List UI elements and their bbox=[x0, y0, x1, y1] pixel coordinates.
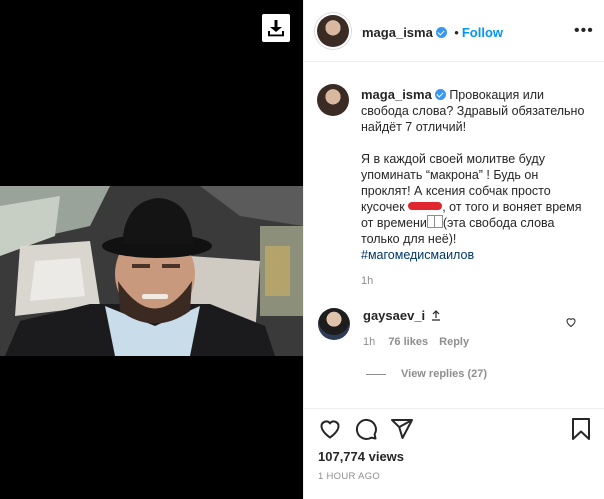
caption-username[interactable]: maga_isma bbox=[361, 87, 432, 102]
video-player[interactable] bbox=[0, 186, 303, 356]
more-options-button[interactable]: ••• bbox=[574, 22, 594, 40]
view-replies-line bbox=[366, 373, 386, 375]
view-replies-label: View replies (27) bbox=[401, 368, 488, 380]
comment-icon[interactable] bbox=[354, 417, 378, 441]
caption-time[interactable]: 1h bbox=[361, 273, 586, 289]
more-options-icon: ••• bbox=[574, 22, 594, 39]
author-username[interactable]: maga_isma bbox=[362, 25, 433, 40]
separator-dot: • bbox=[454, 25, 459, 40]
caption-hashtag[interactable]: #магомедисмаилов bbox=[361, 248, 474, 262]
post-header: maga_isma • Follow ••• bbox=[304, 0, 604, 62]
caption: maga_isma Провокация или свобода слова? … bbox=[361, 87, 586, 289]
emoji-placeholder-icon bbox=[426, 215, 443, 228]
comment-like-icon[interactable] bbox=[565, 316, 577, 328]
view-replies-button[interactable]: View replies (27) bbox=[366, 368, 487, 380]
post-time-ago[interactable]: 1 HOUR AGO bbox=[318, 471, 380, 482]
download-icon bbox=[268, 20, 284, 37]
author-avatar[interactable] bbox=[317, 15, 349, 47]
download-button[interactable] bbox=[262, 14, 290, 42]
video-still bbox=[0, 186, 303, 356]
comment: gaysaev_i bbox=[363, 308, 441, 323]
comment-time[interactable]: 1h bbox=[363, 336, 375, 348]
post-media[interactable] bbox=[0, 0, 303, 499]
caption-avatar[interactable] bbox=[317, 84, 349, 116]
share-icon[interactable] bbox=[390, 417, 414, 441]
action-bar: 107,774 views 1 HOUR AGO bbox=[304, 408, 604, 499]
comment-likes[interactable]: 76 likes bbox=[388, 336, 428, 348]
verified-badge-icon bbox=[435, 27, 447, 38]
comment-reply-button[interactable]: Reply bbox=[439, 336, 469, 348]
save-icon[interactable] bbox=[569, 417, 593, 441]
comments-scroll-area[interactable]: maga_isma Провокация или свобода слова? … bbox=[304, 62, 604, 408]
comment-username[interactable]: gaysaev_i bbox=[363, 308, 425, 323]
author-line: maga_isma • Follow bbox=[362, 24, 503, 42]
upload-arrow-icon bbox=[431, 310, 440, 321]
follow-button[interactable]: Follow bbox=[462, 25, 503, 40]
verified-badge-icon bbox=[434, 89, 446, 100]
comment-avatar[interactable] bbox=[318, 308, 350, 340]
comment-meta: 1h 76 likes Reply bbox=[363, 336, 469, 348]
views-count[interactable]: 107,774 views bbox=[318, 449, 404, 464]
like-icon[interactable] bbox=[318, 417, 342, 441]
post-detail-panel: maga_isma • Follow ••• maga_isma Провокац… bbox=[303, 0, 604, 499]
redaction-mark-icon bbox=[408, 202, 443, 210]
